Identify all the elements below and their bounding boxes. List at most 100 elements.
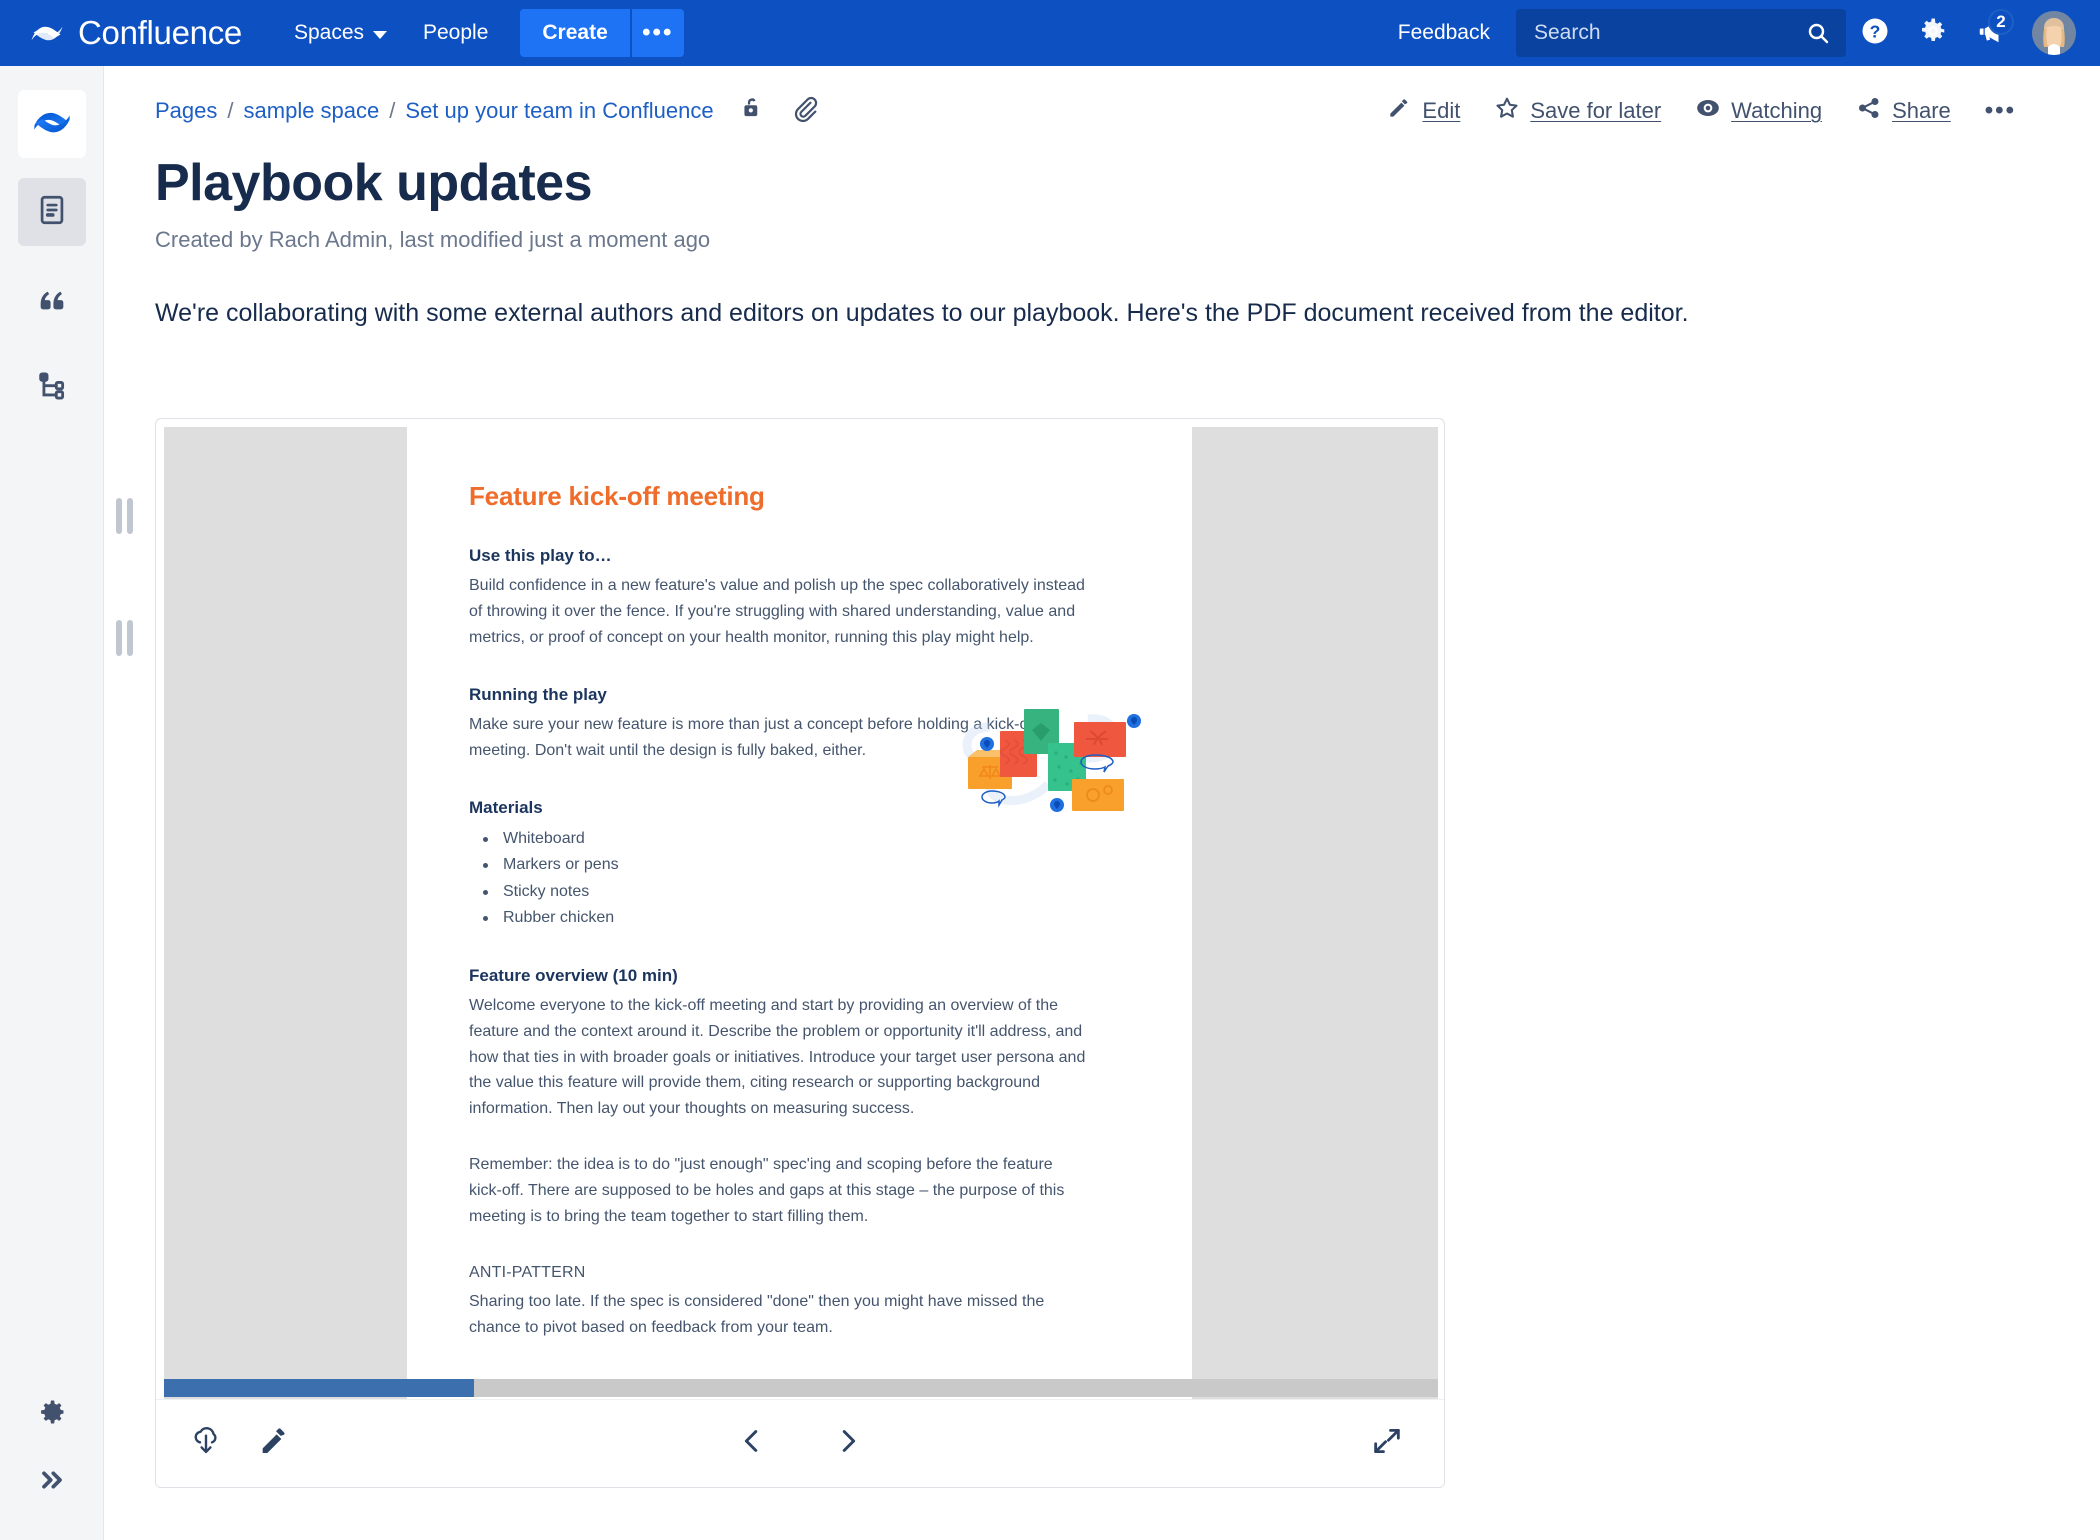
list-item: Sticky notes [469,879,1130,906]
list-item: Rubber chicken [469,905,1130,932]
page-metadata: Created by Rach Admin, last modified jus… [155,227,711,252]
expand-sidebar-button[interactable] [18,1448,86,1516]
confluence-logo-icon [30,16,64,50]
page-document-icon [35,193,69,232]
pdf-section-body-feature-overview: Welcome everyone to the kick-off meeting… [469,996,1086,1118]
download-cloud-icon [190,1425,222,1462]
page-header: Pages / sample space / Set up your team … [105,66,2100,127]
pdf-heading: Feature kick-off meeting [469,481,765,511]
sidebar-item-space-settings[interactable] [18,1380,86,1448]
avatar[interactable] [2032,11,2076,55]
list-item: Whiteboard [469,826,1130,853]
breadcrumb-item-parent-page[interactable]: Set up your team in Confluence [405,98,713,124]
page-more-actions-button[interactable]: ••• [1984,96,2016,124]
help-circle-icon: ? [1860,16,1890,51]
pdf-section-body-anti-pattern: Sharing too late. If the spec is conside… [469,1292,1045,1336]
star-icon [1494,95,1520,127]
chevron-down-icon [373,30,387,39]
main-content: Pages / sample space / Set up your team … [105,66,2100,1540]
eye-icon [1695,95,1721,127]
feedback-link[interactable]: Feedback [1398,21,1490,45]
chevron-right-icon [833,1426,863,1461]
sidebar-resize-handle-bottom[interactable] [113,618,135,658]
search-box[interactable] [1516,9,1846,57]
sidebar-item-page-tree[interactable] [18,354,86,422]
sidebar-item-confluence-home[interactable] [17,90,86,158]
expand-diagonal-icon [1370,1424,1404,1463]
sidebar-item-blog[interactable] [18,266,86,334]
create-more-button[interactable]: ••• [629,9,684,57]
ellipsis-icon: ••• [1984,96,2016,124]
confluence-brand[interactable]: Confluence [30,14,242,52]
top-nav-right-group: Feedback ? [1398,4,2100,62]
annotate-button[interactable] [256,1425,288,1462]
notifications-button[interactable]: 2 [1962,4,2020,62]
page-body-paragraph: We're collaborating with some external a… [155,299,1689,327]
pdf-toolbar-right-group [1370,1424,1404,1463]
pdf-horizontal-scrollbar[interactable] [164,1379,1438,1397]
pdf-viewer-toolbar [156,1399,1444,1487]
breadcrumb-separator: / [227,97,234,123]
left-rail [0,66,104,1540]
edit-button[interactable]: Edit [1386,95,1460,127]
nav-spaces[interactable]: Spaces [276,0,405,66]
pdf-section-heading-feature-overview: Feature overview (10 min) [469,965,678,985]
paperclip-icon [790,94,818,127]
svg-text:?: ? [1870,21,1881,41]
pencil-icon [256,1425,288,1462]
unlocked-padlock-icon [738,94,766,127]
pdf-scrollbar-thumb[interactable] [164,1379,474,1397]
notifications-badge: 2 [1988,9,2014,35]
pdf-page-nav [737,1426,863,1461]
page-title: Playbook updates [155,154,593,212]
page-restrictions-button[interactable] [738,94,766,127]
edit-label: Edit [1422,97,1461,123]
page-actions: Edit Save for later Watching Share ••• [1386,95,2050,127]
sidebar-resize-handle-top[interactable] [113,496,135,536]
search-icon[interactable] [1806,21,1830,50]
pdf-section-heading-anti-pattern: ANTI-PATTERN [469,1263,586,1281]
watching-button[interactable]: Watching [1695,95,1822,127]
breadcrumb-item-pages[interactable]: Pages [155,98,217,124]
pdf-remember-paragraph: Remember: the idea is to do "just enough… [469,1156,1065,1226]
settings-button[interactable] [1904,4,1962,62]
search-input[interactable] [1516,9,1846,57]
rail-bottom-group [0,1380,104,1516]
gear-icon [1918,16,1948,51]
confluence-logo-icon [32,102,72,147]
nav-spaces-label: Spaces [293,21,364,44]
pdf-viewer-stage: Feature kick-off meeting Use this play t… [164,427,1438,1417]
nav-people-label: People [423,21,489,44]
share-label: Share [1892,97,1951,123]
breadcrumb-item-space[interactable]: sample space [244,98,380,124]
page-attachments-button[interactable] [790,94,818,127]
list-item: Markers or pens [469,852,1130,879]
pencil-icon [1386,95,1412,127]
brand-name: Confluence [78,14,242,51]
quote-icon [35,281,69,320]
pdf-toolbar-left-group [190,1425,288,1462]
sticky-notes-illustration [938,695,1154,815]
create-button[interactable]: Create [520,9,630,57]
gear-icon [36,1396,68,1433]
breadcrumb-separator: / [389,97,396,123]
fullscreen-button[interactable] [1370,1424,1404,1463]
pdf-viewer[interactable]: Feature kick-off meeting Use this play t… [155,418,1445,1488]
download-button[interactable] [190,1425,222,1462]
nav-people[interactable]: People [405,0,506,66]
pdf-section-heading-use-this-play: Use this play to… [469,546,612,565]
breadcrumb: Pages / sample space / Set up your team … [155,94,818,127]
top-navigation-bar: Confluence Spaces People Create ••• Feed… [0,0,2100,66]
chevron-left-icon [737,1426,767,1461]
watching-label: Watching [1731,97,1823,123]
share-button[interactable]: Share [1856,95,1951,127]
help-button[interactable]: ? [1846,4,1904,62]
save-for-later-label: Save for later [1530,97,1662,123]
ellipsis-icon: ••• [642,19,674,46]
tree-hierarchy-icon [35,369,69,408]
save-for-later-button[interactable]: Save for later [1494,95,1661,127]
share-icon [1856,95,1882,127]
sidebar-item-pages[interactable] [17,178,86,246]
previous-page-button[interactable] [737,1426,767,1461]
next-page-button[interactable] [833,1426,863,1461]
